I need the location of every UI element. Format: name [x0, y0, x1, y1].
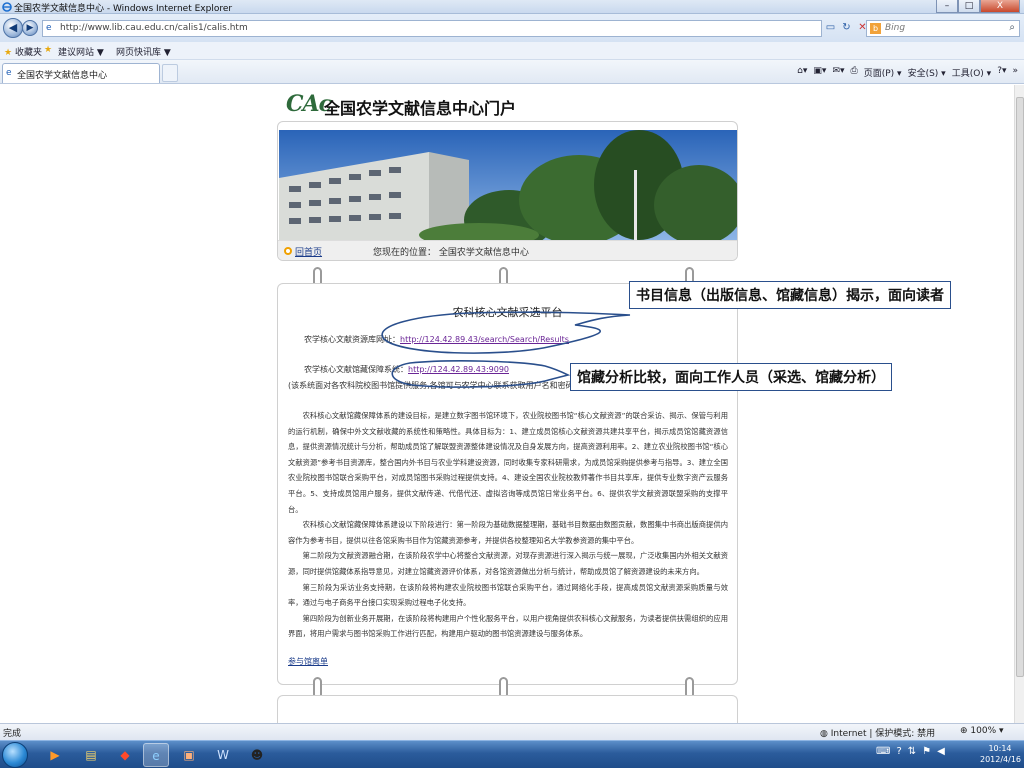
favorites-bar: ★ 收藏夹 ★ 建议网站 ▼ 网页快讯库 ▼	[0, 42, 1024, 60]
tray-keyboard-icon[interactable]: ⌨	[876, 746, 890, 757]
new-tab-button[interactable]	[162, 64, 178, 82]
clock-time: 10:14	[988, 744, 1012, 753]
star-icon: ★	[4, 48, 13, 58]
page-viewport: CAc 全国农学文献信息中心门户 回首页 您现在的位置： 全国农学文献信息中心 …	[0, 85, 1014, 723]
body-paragraph: 第三阶段为采访业务支持期，在该阶段将构建农业院校图书馆联合采购平台，通过网络化手…	[288, 582, 728, 608]
search-input[interactable]: b Bing ⌕	[866, 20, 1020, 37]
help-menu[interactable]: ?▾	[997, 66, 1006, 79]
explorer-folder-icon[interactable]: ▤	[78, 743, 104, 767]
window-controls: – □ X	[936, 0, 1020, 14]
more-chevron-icon[interactable]: »	[1012, 66, 1018, 79]
callout-reader-info: 书目信息（出版信息、馆藏信息）揭示，面向读者	[629, 281, 951, 309]
app-red-icon[interactable]: ◆	[112, 743, 138, 767]
content-body: 农科核心文献馆藏保障体系的建设目标，是建立数字图书馆环境下，农业院校图书馆“核心…	[288, 408, 728, 642]
resource-library-link[interactable]: http://124.42.89.43/search/Search/Result…	[400, 335, 569, 344]
body-paragraph: 农科核心文献馆藏保障体系建设以下阶段进行：第一阶段为基础数据整理期，基础书目数据…	[288, 520, 728, 545]
breadcrumb: 回首页 您现在的位置： 全国农学文献信息中心	[278, 240, 737, 260]
tray-flag-icon[interactable]: ⚑	[922, 746, 931, 757]
collection-system-line: 农学核心文献馆藏保障系统：http://124.42.89.43:9090	[304, 364, 509, 375]
mail-menu[interactable]: ✉▾	[832, 66, 844, 79]
campus-banner-image	[279, 130, 737, 240]
clock-date: 2012/4/16	[980, 755, 1022, 764]
page-favicon-icon: e	[46, 23, 52, 33]
powerpoint-icon[interactable]: ▣	[176, 743, 202, 767]
body-paragraph: 第二阶段为文献资源融合期，在该阶段农学中心将整合文献资源，对现存资源进行深入揭示…	[288, 551, 728, 576]
page-menu[interactable]: 页面(P) ▾	[864, 66, 902, 79]
address-tools: ▭ ↻ ✕	[824, 21, 869, 35]
vertical-scrollbar[interactable]	[1014, 85, 1024, 723]
zoom-icon: ⊕	[960, 726, 968, 736]
compatibility-view-icon[interactable]: ▭	[824, 21, 837, 35]
search-icon[interactable]: ⌕	[1009, 22, 1015, 33]
home-link[interactable]: 回首页	[295, 245, 322, 258]
scrollbar-thumb[interactable]	[1016, 97, 1024, 677]
minimize-button[interactable]: –	[936, 0, 958, 13]
back-arrow-icon: ◀	[8, 21, 18, 34]
globe-icon: ◍	[820, 729, 828, 739]
forward-arrow-icon: ▶	[26, 23, 34, 33]
breadcrumb-location: 您现在的位置： 全国农学文献信息中心	[373, 248, 529, 258]
callout-staff-analysis: 馆藏分析比较，面向工作人员（采选、馆藏分析）	[570, 363, 892, 391]
ie-icon	[2, 2, 12, 12]
maximize-button[interactable]: □	[958, 0, 980, 13]
tab-label: 全国农学文献信息中心	[17, 71, 108, 81]
zoom-control[interactable]: ⊕ 100% ▾	[960, 726, 1004, 736]
body-paragraph: 农科核心文献馆藏保障体系的建设目标，是建立数字图书馆环境下，农业院校图书馆“核心…	[288, 411, 728, 514]
security-zone[interactable]: ◍ Internet | 保护模式: 禁用	[820, 726, 935, 739]
binder-rings	[277, 677, 738, 699]
service-note: (该系统面对各农科院校图书馆提供服务,各馆可与农学中心联系获取用户名和密码)	[288, 381, 577, 390]
search-placeholder: Bing	[885, 23, 906, 33]
address-input[interactable]: e http://www.lib.cau.edu.cn/calis1/calis…	[42, 20, 822, 37]
tray-volume-icon[interactable]: ◀	[937, 746, 945, 757]
status-bar: 完成 ◍ Internet | 保护模式: 禁用 ⊕ 100% ▾	[0, 723, 1024, 740]
footer-card	[277, 695, 738, 723]
system-tray: ⌨ ? ⇅ ⚑ ◀	[876, 746, 945, 757]
content-card: 农科核心文献采选平台 农学核心文献资源库网址：http://124.42.89.…	[277, 283, 738, 685]
site-title: 全国农学文献信息中心门户	[324, 99, 517, 118]
start-button[interactable]	[2, 742, 28, 768]
favorites-item-webslice[interactable]: 网页快讯库 ▼	[116, 45, 171, 58]
forward-button[interactable]: ▶	[22, 20, 38, 36]
address-toolbar: ◀ ▶ e http://www.lib.cau.edu.cn/calis1/c…	[0, 14, 1024, 42]
back-button[interactable]: ◀	[3, 18, 23, 38]
tab-row: e 全国农学文献信息中心 ⌂▾ ▣▾ ✉▾ ⎙ 页面(P) ▾ 安全(S) ▾ …	[0, 60, 1024, 84]
favorites-item-suggested[interactable]: 建议网站 ▼	[58, 45, 104, 58]
status-text: 完成	[3, 729, 22, 739]
home-menu[interactable]: ⌂▾	[797, 66, 807, 79]
tray-network-icon[interactable]: ⇅	[908, 746, 916, 757]
body-paragraph: 第四阶段为创新业务开展期，在该阶段将构建用户个性化服务平台，以用户视角提供农科核…	[288, 613, 728, 639]
media-player-icon[interactable]: ▶	[42, 743, 68, 767]
word-icon[interactable]: W	[210, 743, 236, 767]
feeds-menu[interactable]: ▣▾	[813, 66, 826, 79]
favorites-add-icon[interactable]: ★	[44, 45, 52, 55]
close-button[interactable]: X	[980, 0, 1020, 13]
qq-icon[interactable]: ☻	[244, 743, 270, 767]
home-bullet-icon	[284, 247, 292, 255]
bing-icon: b	[870, 23, 881, 34]
resource-library-label: 农学核心文献资源库网址：	[304, 335, 400, 344]
tab-favicon-icon: e	[6, 68, 12, 78]
print-icon[interactable]: ⎙	[851, 66, 858, 79]
collection-system-link[interactable]: http://124.42.89.43:9090	[408, 365, 509, 374]
address-url: http://www.lib.cau.edu.cn/calis1/calis.h…	[60, 23, 248, 33]
refresh-icon[interactable]: ↻	[840, 21, 853, 35]
favorites-label: 收藏夹	[14, 48, 42, 58]
window-title: 全国农学文献信息中心 - Windows Internet Explorer	[14, 4, 233, 14]
tray-help-icon[interactable]: ?	[896, 746, 901, 757]
member-list-link[interactable]: 参与馆离单	[288, 656, 328, 667]
banner-card: 回首页 您现在的位置： 全国农学文献信息中心	[277, 121, 738, 261]
window-title-bar: 全国农学文献信息中心 - Windows Internet Explorer –…	[0, 0, 1024, 14]
favorites-button[interactable]: ★ 收藏夹	[4, 45, 42, 58]
command-bar: ⌂▾ ▣▾ ✉▾ ⎙ 页面(P) ▾ 安全(S) ▾ 工具(O) ▾ ?▾ »	[797, 66, 1018, 79]
clock[interactable]: 10:14 2012/4/16	[980, 743, 1022, 765]
binder-rings	[277, 267, 738, 289]
site-header: CAc 全国农学文献信息中心门户	[286, 91, 546, 119]
ie-taskbar-icon[interactable]: e	[143, 743, 169, 767]
collection-system-label: 农学核心文献馆藏保障系统：	[304, 365, 408, 374]
taskbar: ▶ ▤ ◆ e ▣ W ☻ ⌨ ? ⇅ ⚑ ◀ 10:14 2012/4/16	[0, 740, 1024, 768]
safety-menu[interactable]: 安全(S) ▾	[908, 66, 946, 79]
resource-library-line: 农学核心文献资源库网址：http://124.42.89.43/search/S…	[304, 334, 569, 345]
tools-menu[interactable]: 工具(O) ▾	[952, 66, 992, 79]
tab-current[interactable]: e 全国农学文献信息中心	[2, 63, 160, 83]
